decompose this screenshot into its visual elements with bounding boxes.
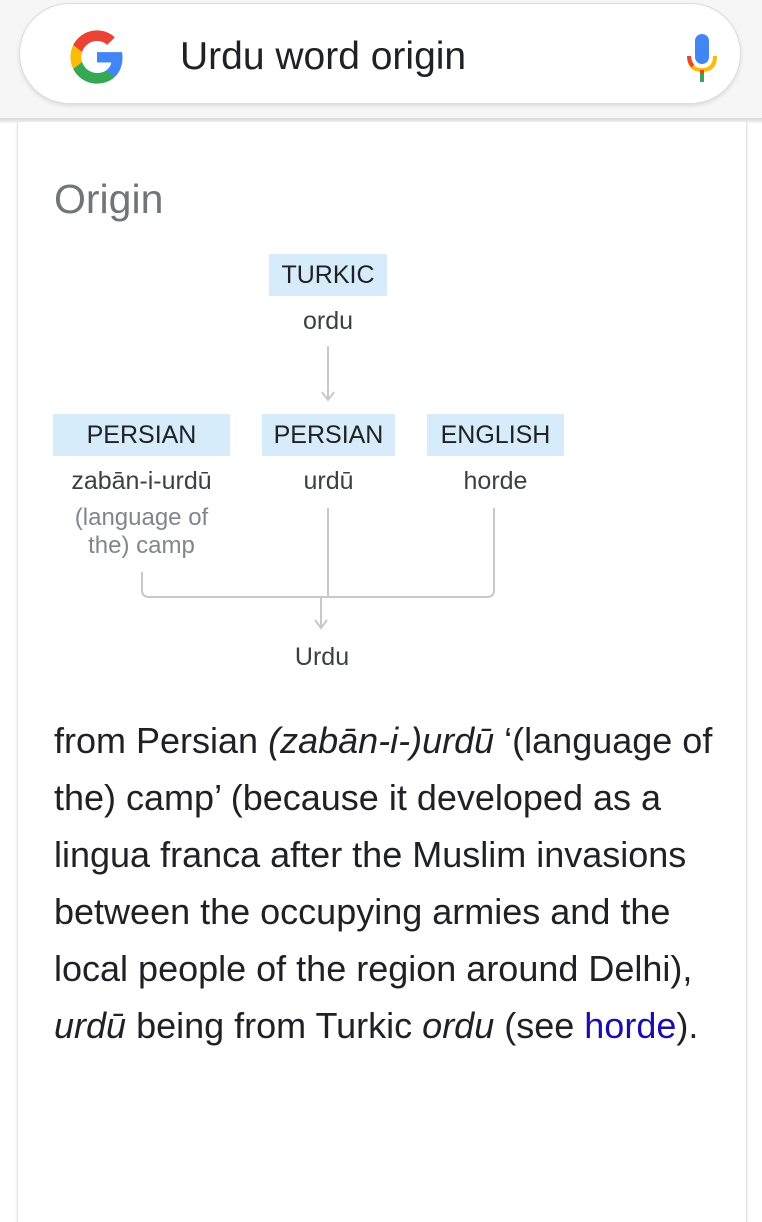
microphone-icon[interactable] <box>684 32 720 84</box>
google-g-icon[interactable] <box>68 28 126 86</box>
horde-link[interactable]: horde <box>584 1005 676 1046</box>
etymology-italic-word: urdū <box>54 1005 127 1046</box>
word-zaban-i-urdu: zabān-i-urdū <box>71 467 212 495</box>
search-query[interactable]: Urdu word origin <box>180 32 466 82</box>
etymology-part: ). <box>676 1005 699 1046</box>
word-urdu-result: Urdu <box>294 643 350 671</box>
word-horde: horde <box>463 467 528 495</box>
gloss-line-1: (language of <box>74 504 209 531</box>
etymology-part: (see <box>494 1005 585 1046</box>
word-ordu: ordu <box>302 307 354 335</box>
gloss-line-2: the) camp <box>88 532 195 559</box>
etymology-text: from Persian (zabān-i-)urdū ‘(language o… <box>54 712 714 1054</box>
origin-heading: Origin <box>54 176 164 222</box>
etymology-part: from Persian <box>54 720 269 761</box>
tag-persian-middle: PERSIAN <box>262 414 395 456</box>
search-bar[interactable]: Urdu word origin <box>19 3 741 104</box>
word-urdu-persian: urdū <box>303 467 354 495</box>
etymology-part: being from Turkic <box>126 1005 423 1046</box>
tag-persian-left: PERSIAN <box>53 414 230 456</box>
tag-turkic: TURKIC <box>269 254 387 296</box>
etymology-italic-word: (zabān-i-)urdū <box>268 720 495 761</box>
etymology-italic-word: ordu <box>422 1005 495 1046</box>
tag-english: ENGLISH <box>427 414 564 456</box>
